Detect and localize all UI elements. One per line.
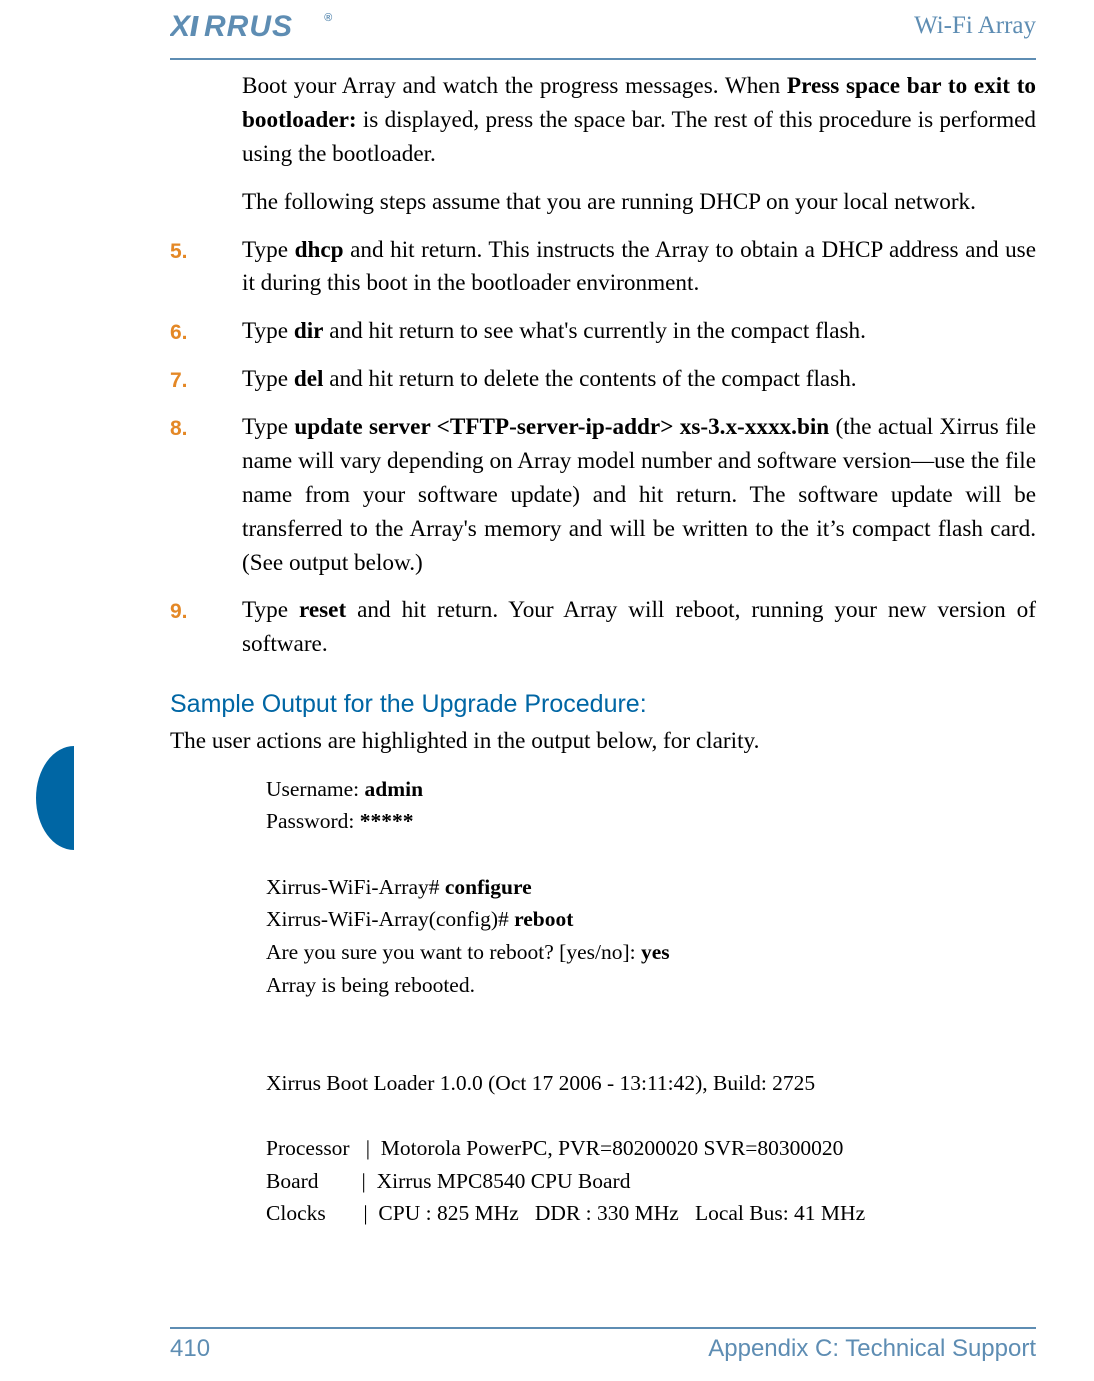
text: Xirrus-WiFi-Array# (266, 875, 445, 899)
svg-text:X: X (170, 10, 192, 43)
text: Type (242, 237, 295, 263)
intro-paragraph-2: The following steps assume that you are … (170, 186, 1036, 220)
command: reset (299, 597, 346, 623)
step-body: Type reset and hit return. Your Array wi… (242, 594, 1036, 662)
step-body: Type update server <TFTP-server-ip-addr>… (242, 411, 1036, 580)
step-number: 8. (170, 411, 242, 580)
command: del (294, 366, 324, 392)
output-line: Array is being rebooted. (266, 969, 1036, 1002)
output-line: Username: admin (266, 773, 1036, 806)
step-7: 7. Type del and hit return to delete the… (170, 363, 1036, 397)
text: Are you sure you want to reboot? [yes/no… (266, 940, 641, 964)
output-blank (266, 1034, 1036, 1067)
text: Type (242, 414, 294, 440)
step-number: 9. (170, 594, 242, 662)
page-content: Boot your Array and watch the progress m… (170, 70, 1036, 1319)
page-number: 410 (170, 1335, 210, 1363)
step-number: 5. (170, 234, 242, 302)
step-number: 6. (170, 315, 242, 349)
text: and hit return to delete the contents of… (323, 366, 856, 392)
text: Type (242, 318, 294, 344)
output-blank (266, 1001, 1036, 1034)
sample-output: Username: admin Password: ***** Xirrus-W… (170, 773, 1036, 1230)
section-heading: Sample Output for the Upgrade Procedure: (170, 686, 1036, 723)
output-blank (266, 838, 1036, 871)
header-product: Wi-Fi Array (914, 12, 1036, 40)
intro-paragraph-1: Boot your Array and watch the progress m… (170, 70, 1036, 172)
user-input: ***** (360, 809, 414, 833)
text: Type (242, 366, 294, 392)
thumb-tab (36, 746, 74, 850)
step-body: Type dir and hit return to see what's cu… (242, 315, 1036, 349)
output-line: Xirrus-WiFi-Array(config)# reboot (266, 903, 1036, 936)
output-line: Xirrus Boot Loader 1.0.0 (Oct 17 2006 - … (266, 1067, 1036, 1100)
text: and hit return. This instructs the Array… (242, 237, 1036, 297)
text: is displayed, press the space bar. The r… (242, 107, 1036, 167)
page-header: X RRUS ® Wi-Fi Array (170, 0, 1036, 60)
output-line: Xirrus-WiFi-Array# configure (266, 871, 1036, 904)
user-input: yes (641, 940, 670, 964)
output-blank (266, 1099, 1036, 1132)
user-input: reboot (514, 907, 573, 931)
xirrus-logo: X RRUS ® (170, 9, 340, 43)
text: Boot your Array and watch the progress m… (242, 73, 787, 99)
step-body: Type del and hit return to delete the co… (242, 363, 1036, 397)
svg-text:RRUS: RRUS (204, 10, 293, 43)
step-5: 5. Type dhcp and hit return. This instru… (170, 234, 1036, 302)
step-9: 9. Type reset and hit return. Your Array… (170, 594, 1036, 662)
command: update server <TFTP-server-ip-addr> xs-3… (294, 414, 829, 440)
user-input: configure (445, 875, 532, 899)
user-input: admin (365, 777, 424, 801)
text: and hit return to see what's currently i… (323, 318, 865, 344)
output-line: Board | Xirrus MPC8540 CPU Board (266, 1165, 1036, 1198)
output-line: Password: ***** (266, 805, 1036, 838)
step-6: 6. Type dir and hit return to see what's… (170, 315, 1036, 349)
output-line: Clocks | CPU : 825 MHz DDR : 330 MHz Loc… (266, 1197, 1036, 1230)
svg-text:®: ® (324, 12, 333, 24)
step-8: 8. Type update server <TFTP-server-ip-ad… (170, 411, 1036, 580)
section-subtext: The user actions are highlighted in the … (170, 725, 1036, 759)
output-line: Are you sure you want to reboot? [yes/no… (266, 936, 1036, 969)
footer-section: Appendix C: Technical Support (708, 1335, 1036, 1363)
step-body: Type dhcp and hit return. This instructs… (242, 234, 1036, 302)
text: Password: (266, 809, 360, 833)
page-footer: 410 Appendix C: Technical Support (170, 1327, 1036, 1363)
command: dhcp (295, 237, 344, 263)
text: and hit return. Your Array will reboot, … (242, 597, 1036, 657)
step-number: 7. (170, 363, 242, 397)
command: dir (294, 318, 324, 344)
text: Xirrus-WiFi-Array(config)# (266, 907, 514, 931)
text: Username: (266, 777, 365, 801)
output-line: Processor | Motorola PowerPC, PVR=802000… (266, 1132, 1036, 1165)
text: Type (242, 597, 299, 623)
